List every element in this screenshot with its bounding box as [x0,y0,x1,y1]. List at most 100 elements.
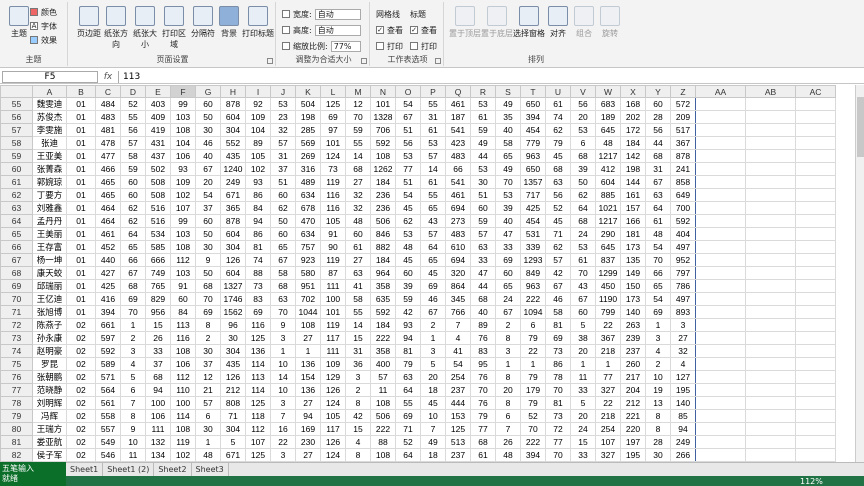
cell[interactable]: 702 [295,292,321,307]
column-header[interactable]: N [370,85,396,99]
cell[interactable]: 169 [295,422,321,437]
cell[interactable]: 43 [420,214,446,229]
cell[interactable]: 6 [120,383,146,398]
cell[interactable]: 60 [270,188,296,203]
cell[interactable]: 230 [295,435,321,450]
cell[interactable]: 465 [95,188,121,203]
cell[interactable]: 22 [520,344,546,359]
cell[interactable]: 858 [670,175,696,190]
cell[interactable]: 358 [370,344,396,359]
cell[interactable]: 01 [66,123,96,138]
empty-cell[interactable] [795,396,836,411]
cell[interactable]: 589 [95,357,121,372]
cell[interactable]: 239 [620,331,646,346]
cell[interactable]: 416 [95,292,121,307]
cell[interactable]: 20 [495,383,521,398]
cell[interactable]: 666 [145,253,171,268]
cell[interactable]: 60 [120,188,146,203]
cell[interactable]: 126 [220,370,246,385]
cell[interactable]: 118 [245,409,271,424]
cell[interactable]: 8 [345,396,371,411]
column-header[interactable]: L [320,85,346,99]
cell[interactable]: 327 [595,448,621,462]
cell[interactable]: 38 [570,331,596,346]
cell[interactable]: 549 [95,435,121,450]
cell[interactable]: 72 [545,422,571,437]
cell[interactable]: 3 [345,370,371,385]
cell[interactable]: 126 [320,383,346,398]
cell-name[interactable]: 孟丹丹 [32,214,67,229]
cell[interactable]: 104 [170,136,196,151]
cell[interactable]: 70 [120,305,146,320]
cell[interactable]: 61 [470,110,496,125]
cell[interactable]: 212 [620,396,646,411]
cell[interactable]: 02 [66,318,96,333]
cell[interactable]: 67 [395,110,421,125]
cell[interactable]: 01 [66,214,96,229]
cell[interactable]: 3 [270,331,296,346]
cell[interactable]: 108 [370,448,396,462]
cell[interactable]: 43 [570,279,596,294]
cell[interactable]: 69 [395,409,421,424]
cell[interactable]: 878 [220,97,246,112]
cell-name[interactable]: 陈燕子 [32,318,67,333]
cell[interactable]: 404 [670,227,696,242]
cell[interactable]: 61 [420,123,446,138]
vertical-scrollbar[interactable] [855,85,864,462]
empty-cell[interactable] [795,97,836,112]
cell-name[interactable]: 邱瑞丽 [32,279,67,294]
cell[interactable]: 100 [170,396,196,411]
empty-cell[interactable] [795,227,836,242]
cell[interactable]: 6 [570,136,596,151]
cell[interactable]: 86 [245,227,271,242]
cell[interactable]: 592 [670,214,696,229]
cell[interactable]: 77 [470,422,496,437]
row-header[interactable]: 59 [0,149,33,164]
cell[interactable]: 571 [95,370,121,385]
cell[interactable]: 444 [445,396,471,411]
cell[interactable]: 531 [520,227,546,242]
column-header[interactable]: I [245,85,271,99]
row-header[interactable]: 68 [0,266,33,281]
cell[interactable]: 13 [645,396,671,411]
cell[interactable]: 02 [66,357,96,372]
cell[interactable]: 109 [320,357,346,372]
row-header[interactable]: 69 [0,279,33,294]
cell[interactable]: 48 [495,448,521,462]
column-header[interactable]: J [270,85,296,99]
cell[interactable]: 964 [370,266,396,281]
cell[interactable]: 1094 [520,305,546,320]
column-header[interactable]: B [66,85,96,99]
cell[interactable]: 94 [245,214,271,229]
empty-cell[interactable] [745,253,796,268]
cell[interactable]: 184 [370,175,396,190]
cell-name[interactable]: 杨一坤 [32,253,67,268]
cell[interactable]: 32 [345,201,371,216]
cell[interactable]: 26 [495,435,521,450]
cell[interactable]: 116 [170,331,196,346]
column-header[interactable]: X [620,85,646,99]
cell-name[interactable]: 张朝鹏 [32,370,67,385]
cell[interactable]: 829 [145,292,171,307]
cell[interactable]: 111 [320,344,346,359]
cell[interactable]: 60 [170,292,196,307]
cell[interactable]: 15 [145,318,171,333]
cell[interactable]: 66 [120,253,146,268]
cell[interactable]: 198 [620,162,646,177]
cell[interactable]: 60 [120,175,146,190]
cell[interactable]: 173 [620,292,646,307]
cell[interactable]: 81 [545,396,571,411]
cell[interactable]: 65 [420,201,446,216]
cell[interactable]: 83 [245,292,271,307]
cell[interactable]: 597 [95,331,121,346]
cell[interactable]: 1 [120,318,146,333]
cell[interactable]: 31 [645,162,671,177]
cell[interactable]: 107 [245,435,271,450]
cell[interactable]: 77 [595,370,621,385]
cell[interactable]: 15 [345,422,371,437]
cell[interactable]: 49 [420,435,446,450]
cell[interactable]: 218 [595,344,621,359]
cell[interactable]: 569 [295,136,321,151]
cell[interactable]: 61 [420,175,446,190]
cell[interactable]: 70 [270,305,296,320]
